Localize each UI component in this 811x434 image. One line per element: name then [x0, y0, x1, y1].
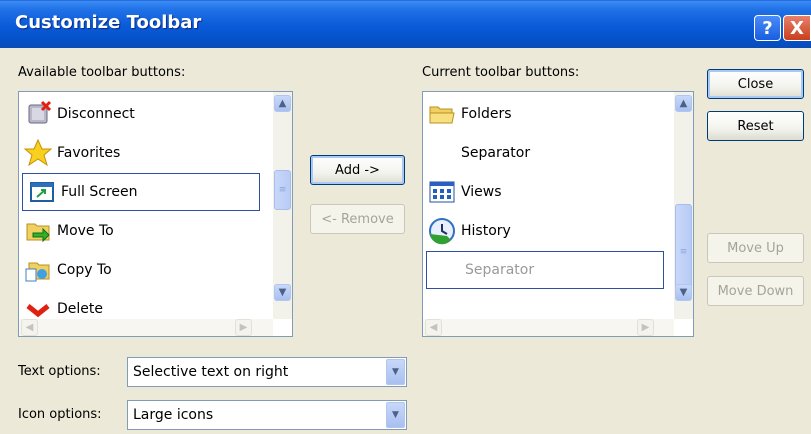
star-icon: [19, 134, 57, 172]
list-item-label: Delete: [57, 301, 103, 317]
list-item-favorites[interactable]: Favorites: [19, 134, 257, 172]
scroll-up-button[interactable]: ▲: [274, 95, 291, 112]
list-item-views[interactable]: Views: [423, 173, 661, 211]
list-item-separator[interactable]: Separator: [423, 134, 661, 172]
scroll-up-button[interactable]: ▲: [675, 95, 692, 112]
blank-icon: [427, 251, 465, 289]
icon-options-dropdown[interactable]: Large icons ▼: [127, 400, 407, 430]
list-item-label: Disconnect: [57, 106, 135, 122]
current-vertical-scrollbar[interactable]: ▲ ≡ ▼: [674, 92, 693, 319]
list-item-separator-selected[interactable]: Separator: [426, 251, 664, 289]
list-item-label: Copy To: [57, 262, 112, 278]
scroll-left-button[interactable]: ◀: [425, 319, 442, 336]
move-up-button[interactable]: Move Up: [707, 233, 804, 263]
list-item-label: Views: [461, 184, 502, 200]
list-item-copy-to[interactable]: Copy To: [19, 251, 257, 289]
text-options-value: Selective text on right: [133, 364, 289, 380]
icon-options-label: Icon options:: [18, 407, 102, 422]
add-button[interactable]: Add ->: [310, 155, 405, 185]
list-item-label: History: [461, 223, 511, 239]
views-icon: [423, 173, 461, 211]
available-buttons-label: Available toolbar buttons:: [18, 65, 186, 80]
current-horizontal-scrollbar[interactable]: ◀ ▶: [423, 319, 674, 336]
available-vertical-scrollbar[interactable]: ▲ ≡ ▼: [273, 92, 292, 319]
list-item-label: Favorites: [57, 145, 121, 161]
move-to-icon: [19, 212, 57, 250]
available-horizontal-scrollbar[interactable]: ◀ ▶: [19, 319, 273, 336]
history-icon: [423, 212, 461, 250]
text-options-dropdown[interactable]: Selective text on right ▼: [127, 357, 407, 387]
list-item-move-to[interactable]: Move To: [19, 212, 257, 250]
list-item-full-screen[interactable]: Full Screen: [22, 173, 260, 211]
window-title: Customize Toolbar: [15, 12, 202, 33]
scroll-right-button[interactable]: ▶: [235, 319, 252, 336]
scroll-left-button[interactable]: ◀: [21, 319, 38, 336]
list-item-history[interactable]: History: [423, 212, 661, 250]
list-item-label: Separator: [465, 262, 535, 278]
close-window-button[interactable]: X: [783, 15, 811, 41]
chevron-down-icon[interactable]: ▼: [386, 402, 405, 428]
text-options-label: Text options:: [18, 364, 101, 379]
remove-button[interactable]: <- Remove: [310, 204, 405, 234]
list-item-disconnect[interactable]: Disconnect: [19, 95, 257, 133]
scroll-right-button[interactable]: ▶: [637, 319, 654, 336]
list-item-label: Separator: [461, 145, 531, 161]
title-bar[interactable]: Customize Toolbar ? X: [0, 0, 811, 48]
list-item-label: Folders: [461, 106, 512, 122]
disconnect-icon: [19, 95, 57, 133]
current-buttons-label: Current toolbar buttons:: [422, 65, 580, 80]
copy-to-icon: [19, 251, 57, 289]
list-item-label: Move To: [57, 223, 114, 239]
full-screen-icon: [23, 173, 61, 211]
scroll-down-button[interactable]: ▼: [274, 284, 291, 301]
blank-icon: [423, 134, 461, 172]
scroll-thumb[interactable]: ≡: [274, 170, 291, 210]
chevron-down-icon[interactable]: ▼: [386, 359, 405, 385]
close-button[interactable]: Close: [707, 69, 804, 99]
scroll-down-button[interactable]: ▼: [675, 284, 692, 301]
current-buttons-list[interactable]: Folders Separator Views History Separato…: [422, 91, 694, 337]
move-down-button[interactable]: Move Down: [707, 276, 804, 306]
available-buttons-list[interactable]: Disconnect Favorites Full Screen Move To…: [18, 91, 293, 337]
icon-options-value: Large icons: [133, 407, 214, 423]
list-item-folders[interactable]: Folders: [423, 95, 661, 133]
reset-button[interactable]: Reset: [707, 111, 804, 141]
folder-icon: [423, 95, 461, 133]
list-item-label: Full Screen: [61, 184, 138, 200]
help-button[interactable]: ?: [754, 15, 781, 41]
